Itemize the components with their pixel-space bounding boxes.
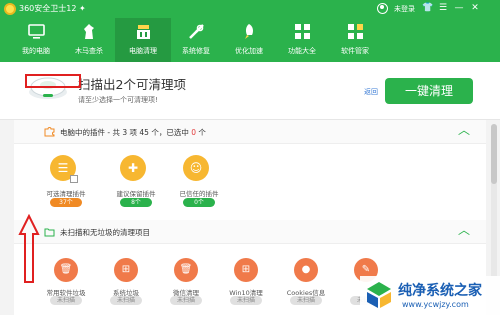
nav-label: 系统修复 bbox=[182, 47, 210, 55]
item-status: 未扫描 bbox=[230, 296, 262, 305]
collapse-chevron-icon[interactable]: ︿ bbox=[457, 123, 471, 137]
card-circle: ☺ bbox=[183, 155, 209, 181]
item-circle: 🗑 bbox=[174, 258, 198, 282]
item-status: 未扫描 bbox=[50, 296, 82, 305]
scan-result-band: 扫描出2个可清理项 请至少选择一个可清理项! 返回 一键清理 bbox=[0, 62, 500, 120]
one-click-clean-button[interactable]: 一键清理 bbox=[385, 78, 473, 104]
nav-label: 功能大全 bbox=[288, 47, 316, 55]
summary-unit: 个 bbox=[198, 128, 206, 137]
app-title: 360安全卫士12 ✦ bbox=[19, 4, 86, 13]
unscanned-header[interactable]: 未扫描和无垃圾的清理项目 ︿ bbox=[14, 220, 486, 244]
main-nav: 我的电脑 木马查杀 电脑清理 系统修复 优化加速 功能大全 软件管家 bbox=[0, 18, 500, 62]
nav-label: 优化加速 bbox=[235, 47, 263, 55]
watermark: 纯净系统之家 www.ycwjzy.com bbox=[360, 276, 500, 315]
plugins-section: 电脑中的插件 - 共 3 项 45 个，已选中 0 个 ︿ ☰ 可选清理插件 3… bbox=[14, 120, 486, 220]
unscanned-title: 未扫描和无垃圾的清理项目 bbox=[60, 228, 150, 237]
smile-icon: ☺ bbox=[189, 161, 203, 175]
scan-title: 扫描出2个可清理项 bbox=[78, 77, 186, 92]
watermark-text: 纯净系统之家 bbox=[398, 283, 482, 299]
nav-system-repair[interactable]: 系统修复 bbox=[168, 18, 224, 62]
item-circle: ⊞ bbox=[234, 258, 258, 282]
annotation-arrow-icon bbox=[18, 214, 40, 283]
selected-count: 0 bbox=[191, 128, 196, 137]
menu-icon[interactable]: ☰ bbox=[438, 2, 448, 14]
collapse-chevron-icon[interactable]: ︿ bbox=[457, 223, 471, 237]
item-circle: 🗑 bbox=[54, 258, 78, 282]
rocket-icon bbox=[245, 24, 253, 39]
card-checkbox[interactable] bbox=[70, 175, 78, 183]
count-dropdown[interactable]: 0个 bbox=[183, 198, 215, 207]
card-label: 建议保留插件 bbox=[116, 190, 156, 198]
windows-icon: ⊞ bbox=[121, 264, 131, 275]
item-circle: ● bbox=[294, 258, 318, 282]
windows-icon: ⊞ bbox=[241, 264, 251, 275]
count-dropdown[interactable]: 37个 bbox=[50, 198, 82, 207]
trash-icon: 🗑 bbox=[59, 264, 73, 275]
item-status: 未扫描 bbox=[290, 296, 322, 305]
nav-label: 木马查杀 bbox=[75, 47, 103, 55]
scan-subtitle: 请至少选择一个可清理项! bbox=[78, 96, 158, 104]
broom-icon bbox=[137, 25, 150, 39]
minimize-icon[interactable]: — bbox=[454, 2, 464, 14]
highlight-box bbox=[25, 74, 81, 88]
nav-optimize[interactable]: 优化加速 bbox=[221, 18, 277, 62]
apps-icon bbox=[348, 24, 363, 39]
folder-icon bbox=[44, 228, 55, 237]
shirt-icon[interactable]: 👕 bbox=[422, 2, 433, 14]
count-dropdown[interactable]: 8个 bbox=[120, 198, 152, 207]
wrench-icon bbox=[189, 24, 204, 39]
nav-trojan-scan[interactable]: 木马查杀 bbox=[61, 18, 117, 62]
nav-features[interactable]: 功能大全 bbox=[274, 18, 330, 62]
nav-label: 我的电脑 bbox=[22, 47, 50, 55]
item-circle: ⊞ bbox=[114, 258, 138, 282]
watermark-logo bbox=[367, 282, 391, 308]
puzzle-icon bbox=[44, 127, 55, 137]
item-status: 未扫描 bbox=[110, 296, 142, 305]
user-avatar-icon[interactable] bbox=[377, 3, 388, 14]
summary-text: 电脑中的插件 - 共 3 项 45 个，已选中 bbox=[60, 128, 189, 137]
nav-software-manager[interactable]: 软件管家 bbox=[327, 18, 383, 62]
grid-icon bbox=[295, 24, 310, 39]
horse-icon bbox=[84, 24, 94, 39]
plugins-header[interactable]: 电脑中的插件 - 共 3 项 45 个，已选中 0 个 ︿ bbox=[14, 120, 486, 144]
app-logo bbox=[4, 3, 16, 15]
nav-my-computer[interactable]: 我的电脑 bbox=[8, 18, 64, 62]
user-status[interactable]: 未登录 bbox=[394, 4, 415, 14]
nav-pc-cleanup[interactable]: 电脑清理 bbox=[115, 18, 171, 62]
scroll-thumb[interactable] bbox=[491, 124, 497, 184]
card-circle: ✚ bbox=[120, 155, 146, 181]
nav-label: 电脑清理 bbox=[129, 47, 157, 55]
nav-label: 软件管家 bbox=[341, 47, 369, 55]
item-status: 未扫描 bbox=[170, 296, 202, 305]
title-bar: 360安全卫士12 ✦ 未登录 👕 ☰ — ✕ bbox=[0, 0, 500, 18]
puzzle-piece-icon: ✚ bbox=[127, 161, 139, 175]
close-icon[interactable]: ✕ bbox=[470, 2, 480, 14]
watermark-url: www.ycwjzy.com bbox=[402, 300, 469, 309]
computer-icon bbox=[28, 24, 45, 39]
trash-icon: 🗑 bbox=[179, 264, 193, 275]
plugins-summary: 电脑中的插件 - 共 3 项 45 个，已选中 0 个 bbox=[60, 127, 206, 138]
card-label: 已信任的插件 bbox=[179, 190, 219, 198]
top-header: 360安全卫士12 ✦ 未登录 👕 ☰ — ✕ 我的电脑 木马查杀 电脑清理 系… bbox=[0, 0, 500, 62]
window-controls: 👕 ☰ — ✕ bbox=[422, 2, 480, 14]
card-label: 可选清理插件 bbox=[46, 190, 86, 198]
return-link[interactable]: 返回 bbox=[364, 87, 378, 97]
cookie-icon: ● bbox=[301, 264, 311, 275]
